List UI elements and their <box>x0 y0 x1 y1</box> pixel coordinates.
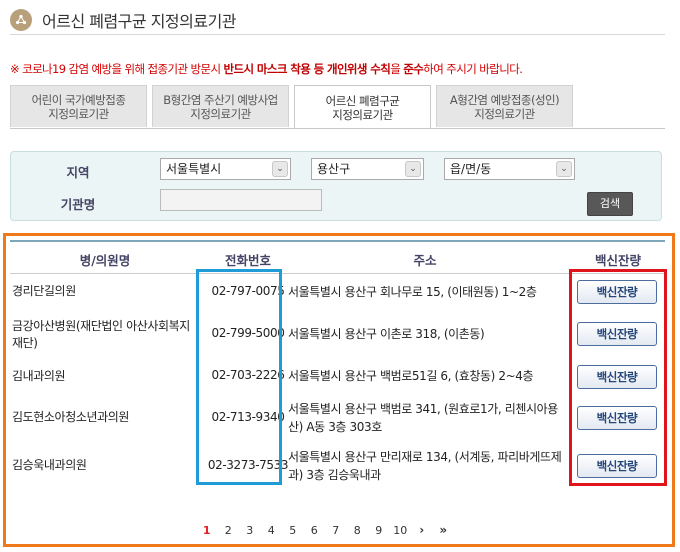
header-phone: 전화번호 <box>224 253 271 268</box>
page-link[interactable]: 4 <box>261 524 283 537</box>
title-logo-icon <box>10 8 32 31</box>
next-page-icon[interactable]: › <box>411 523 433 537</box>
institution-label: 기관명 <box>60 197 96 212</box>
category-tabs: 어린이 국가예방접종 지정의료기관 B형간염 주산기 예방사업 지정의료기관 어르신… <box>10 85 578 129</box>
tab-label-line2: 지정의료기관 <box>332 107 393 122</box>
tab-hepatitis-b-perinatal[interactable]: B형간염 주산기 예방사업 지정의료기관 <box>152 85 289 127</box>
page-link-current[interactable]: 1 <box>196 524 218 537</box>
notice-bold-2: 준수 <box>403 62 424 76</box>
district-select-value: 용산구 <box>317 162 351 176</box>
pagination: 1 2 3 4 5 6 7 8 9 10 › » <box>196 521 454 539</box>
header-name: 병/의원명 <box>79 253 131 268</box>
tab-label-line2: 지정의료기관 <box>48 106 109 121</box>
chevron-down-icon: ⌄ <box>272 161 288 177</box>
last-page-icon[interactable]: » <box>433 523 455 537</box>
town-select-value: 읍/면/동 <box>450 162 492 176</box>
institution-address: 서울특별시 용산구 회나무로 15, (이태원동) 1~2층 <box>288 285 537 299</box>
institution-address: 서울특별시 용산구 백범로 341, (원효로1가, 리첸시아용산) A동 3층… <box>288 402 558 434</box>
header-vaccine: 백신잔량 <box>594 253 641 268</box>
institution-name: 경리단길의원 <box>12 284 76 298</box>
notice-prefix: ※ 코로나19 감염 예방을 위해 접종기관 방문시 <box>10 62 224 76</box>
tab-hepatitis-a-adult[interactable]: A형간염 예방접종(성인) 지정의료기관 <box>436 85 573 127</box>
tab-label-line2: 지정의료기관 <box>190 106 251 121</box>
page-link[interactable]: 6 <box>304 524 326 537</box>
tab-label-line1: 어린이 국가예방접종 <box>31 92 126 107</box>
notice-middle: 을 <box>390 62 404 76</box>
search-panel: 지역 서울특별시 ⌄ 용산구 ⌄ 읍/면/동 ⌄ 기관명 검색 <box>10 151 662 221</box>
page-header: 어르신 폐렴구균 지정의료기관 <box>10 5 665 35</box>
tab-label-line1: 어르신 폐렴구균 <box>325 93 400 108</box>
page-link[interactable]: 2 <box>218 524 240 537</box>
page-link[interactable]: 9 <box>368 524 390 537</box>
vaccine-highlight-frame <box>569 269 667 486</box>
tab-child-vaccination[interactable]: 어린이 국가예방접종 지정의료기관 <box>10 85 147 127</box>
covid-notice: ※ 코로나19 감염 예방을 위해 접종기관 방문시 반드시 마스크 착용 등 … <box>10 61 523 77</box>
institution-address: 서울특별시 용산구 만리재로 134, (서계동, 파리바게뜨제과) 3층 김승… <box>288 450 562 482</box>
institution-address: 서울특별시 용산구 백범로51길 6, (효창동) 2~4층 <box>288 369 534 383</box>
page-title: 어르신 폐렴구균 지정의료기관 <box>42 11 237 31</box>
institution-name: 김내과의원 <box>12 369 66 383</box>
district-select[interactable]: 용산구 ⌄ <box>311 158 424 180</box>
region-label: 지역 <box>66 165 90 180</box>
tab-label-line1: A형간염 예방접종(성인) <box>449 92 560 107</box>
page-link[interactable]: 7 <box>325 524 347 537</box>
town-select[interactable]: 읍/면/동 ⌄ <box>444 158 575 180</box>
tab-senior-pneumococcal[interactable]: 어르신 폐렴구균 지정의료기관 <box>294 85 431 129</box>
page-link[interactable]: 3 <box>239 524 261 537</box>
tab-divider <box>10 128 665 129</box>
institution-name: 금강아산병원(재단법인 아산사회복지재단) <box>12 319 190 350</box>
city-select[interactable]: 서울특별시 ⌄ <box>160 158 291 180</box>
institution-name: 김승욱내과의원 <box>12 458 87 472</box>
tab-label-line2: 지정의료기관 <box>474 106 535 121</box>
city-select-value: 서울특별시 <box>166 162 222 176</box>
search-button[interactable]: 검색 <box>587 192 633 216</box>
results-header-row: 병/의원명 전화번호 주소 백신잔량 <box>10 242 665 274</box>
header-address: 주소 <box>413 253 437 268</box>
notice-bold-1: 반드시 마스크 착용 등 개인위생 수칙 <box>223 62 391 76</box>
notice-suffix: 하여 주시기 바랍니다. <box>423 62 523 76</box>
chevron-down-icon: ⌄ <box>556 161 572 177</box>
page-link[interactable]: 5 <box>282 524 304 537</box>
institution-name: 김도현소아청소년과의원 <box>12 410 130 424</box>
chevron-down-icon: ⌄ <box>405 161 421 177</box>
institution-address: 서울특별시 용산구 이촌로 318, (이촌동) <box>288 327 485 341</box>
tab-label-line1: B형간염 주산기 예방사업 <box>163 92 278 107</box>
phone-highlight-frame <box>196 269 282 485</box>
page-link[interactable]: 8 <box>347 524 369 537</box>
results-table: 병/의원명 전화번호 주소 백신잔량 <box>10 240 665 274</box>
institution-name-input[interactable] <box>160 189 322 211</box>
page-link[interactable]: 10 <box>390 524 412 537</box>
